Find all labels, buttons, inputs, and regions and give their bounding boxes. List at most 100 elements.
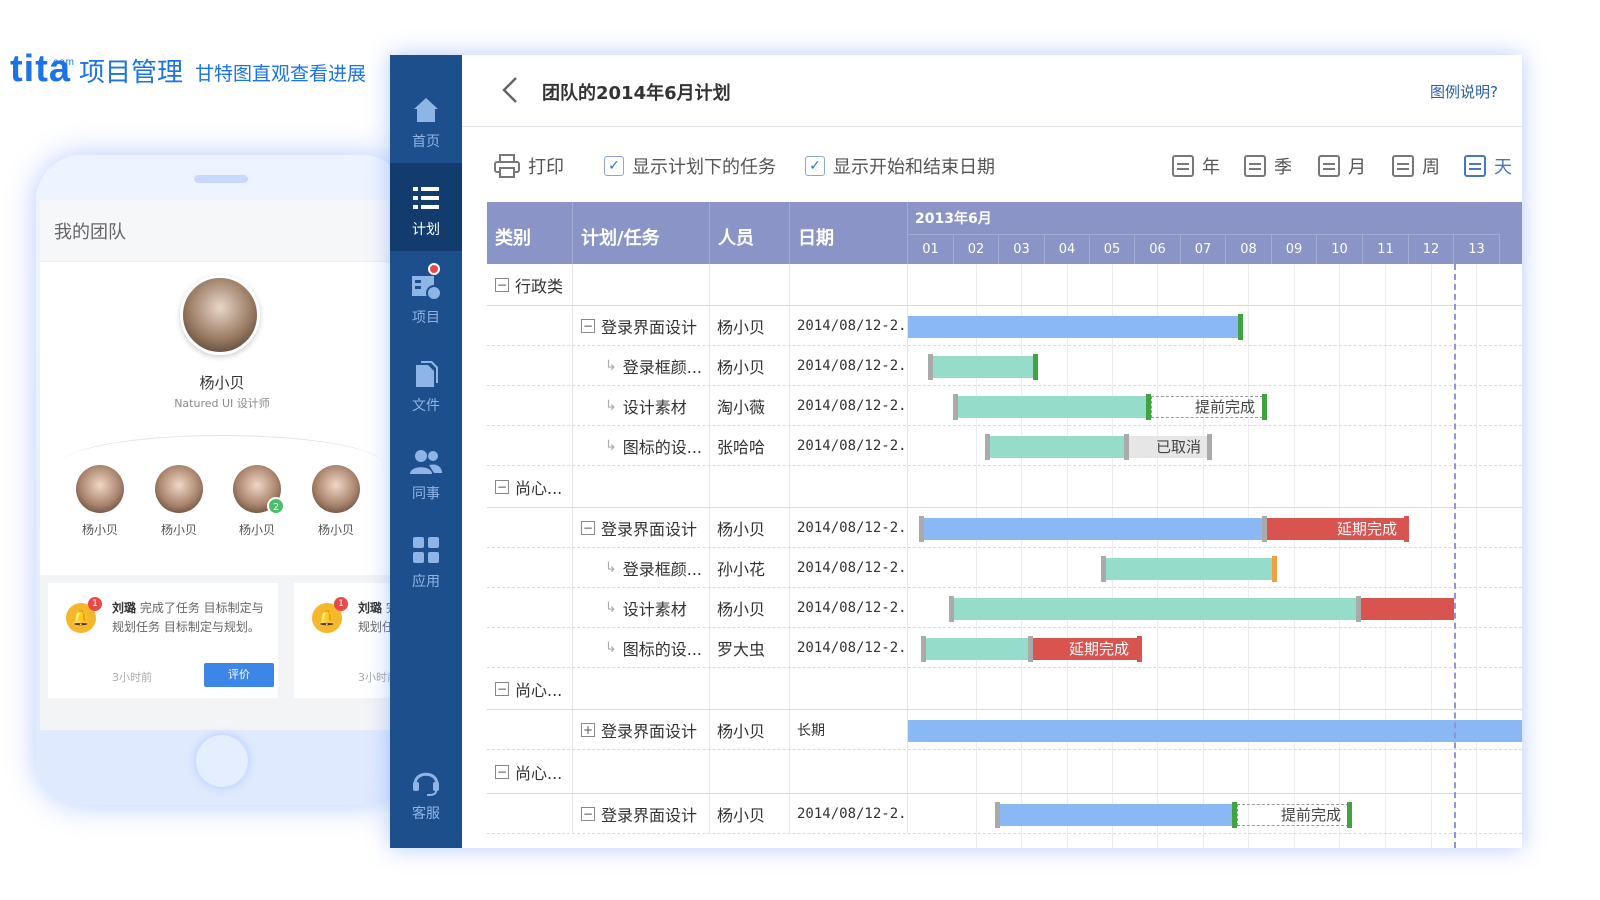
- collapse-toggle[interactable]: −: [495, 479, 509, 494]
- sidebar-item-files[interactable]: 文件: [390, 339, 462, 427]
- bar-segment: [926, 638, 1028, 660]
- view-label: 年: [1202, 157, 1220, 178]
- print-button[interactable]: 打印: [494, 153, 564, 179]
- collapse-toggle[interactable]: −: [495, 764, 509, 779]
- category-label: 尚心...: [515, 478, 563, 498]
- home-button[interactable]: [196, 735, 248, 787]
- show-dates-label: 显示开始和结束日期: [833, 157, 995, 178]
- sidebar-item-project[interactable]: 项目: [390, 251, 462, 339]
- day-header: 11: [1363, 234, 1409, 264]
- task-cell: [573, 264, 710, 305]
- bar-segment: [908, 720, 1522, 742]
- collapse-toggle[interactable]: −: [495, 681, 509, 696]
- phone-mockup: 我的团队 杨小贝 Natured UI 设计师 杨小贝 杨小贝 2 杨小贝 杨小…: [36, 155, 408, 805]
- day-header: 09: [1272, 234, 1317, 264]
- bar-segment: [933, 356, 1033, 378]
- gantt-bar[interactable]: 延期完成: [487, 516, 1522, 542]
- file-icon: [390, 357, 462, 391]
- calendar-icon: [1392, 155, 1414, 177]
- sidebar-item-colleagues[interactable]: 同事: [390, 427, 462, 515]
- view-week-button[interactable]: 周: [1392, 153, 1440, 179]
- sidebar-item-label: 首页: [412, 134, 440, 150]
- bar-segment: [990, 436, 1124, 458]
- brand-title: 项目管理: [79, 58, 184, 88]
- avatar: [155, 465, 203, 513]
- collapse-toggle[interactable]: −: [495, 277, 509, 292]
- activity-card: 🔔 1 刘璐 完成了任务 目标制定与规划任务 目标制定与规划。 3小时前 评价: [48, 583, 278, 698]
- bar-status-label: 延期完成: [1336, 520, 1397, 538]
- back-button[interactable]: [496, 75, 526, 105]
- gantt-header: 类别 计划/任务 人员 日期 2013年6月 01 02 03 04 05 06 07 08 0…: [487, 202, 1522, 264]
- actor-name: 刘璐: [358, 601, 383, 615]
- chevron-left-icon: [502, 77, 517, 103]
- brand-header: tita com 项目管理 甘特图直观查看进展: [10, 38, 366, 88]
- team-member[interactable]: 杨小贝: [144, 465, 214, 538]
- category-cell: − 行政类: [487, 264, 573, 305]
- member-name: 杨小贝: [317, 523, 354, 537]
- day-header: 03: [999, 234, 1045, 264]
- task-cell: [573, 466, 710, 507]
- gantt-bar[interactable]: [487, 354, 1522, 380]
- view-quarter-button[interactable]: 季: [1244, 153, 1292, 179]
- group-row[interactable]: − 尚心...: [487, 466, 1522, 508]
- group-row[interactable]: − 行政类: [487, 264, 1522, 306]
- main-user-role: Natured UI 设计师: [174, 397, 270, 410]
- bar-segment: [924, 518, 1262, 540]
- gantt-bar[interactable]: 已取消: [487, 434, 1522, 460]
- activity-time: 3小时前: [112, 671, 152, 684]
- sidebar: 首页 计划 项目 文件 同事 应用 客服: [390, 55, 462, 848]
- review-button[interactable]: 评价: [204, 663, 274, 687]
- team-member[interactable]: 杨小贝: [301, 465, 371, 538]
- phone-title: 我的团队: [40, 200, 404, 262]
- date-cell: [790, 466, 908, 507]
- calendar-icon: [1244, 155, 1266, 177]
- legend-help-link[interactable]: 图例说明?: [1430, 81, 1498, 102]
- view-label: 季: [1274, 157, 1292, 178]
- sidebar-item-label: 客服: [412, 806, 440, 822]
- category-cell: − 尚心...: [487, 466, 573, 507]
- checkbox-checked-icon: ✓: [805, 156, 825, 176]
- view-month-button[interactable]: 月: [1318, 153, 1366, 179]
- day-header: 13: [1454, 234, 1500, 264]
- view-day-button[interactable]: 天: [1464, 153, 1512, 179]
- sidebar-item-apps[interactable]: 应用: [390, 515, 462, 603]
- gantt-bar[interactable]: 提前完成: [487, 394, 1522, 420]
- avatar: [312, 465, 360, 513]
- view-year-button[interactable]: 年: [1172, 153, 1220, 179]
- category-label: 尚心...: [515, 680, 563, 700]
- calendar-icon: [1464, 155, 1486, 177]
- main-user-name: 杨小贝: [199, 374, 245, 392]
- page-title: 团队的2014年6月计划: [542, 83, 731, 104]
- avatar: 2: [233, 465, 285, 515]
- gantt-bar[interactable]: [487, 556, 1522, 582]
- column-header-person: 人员: [710, 202, 790, 264]
- sidebar-item-support[interactable]: 客服: [390, 747, 462, 835]
- show-tasks-label: 显示计划下的任务: [632, 157, 776, 178]
- project-icon: [390, 269, 462, 303]
- bar-marker: [1262, 394, 1267, 420]
- toolbar: 打印 ✓ 显示计划下的任务 ✓ 显示开始和结束日期 年 季 月 周 天: [462, 127, 1522, 202]
- gantt-bar[interactable]: 提前完成: [487, 802, 1522, 828]
- team-member[interactable]: 杨小贝: [65, 465, 135, 538]
- member-name: 杨小贝: [81, 523, 118, 537]
- day-header: 02: [954, 234, 999, 264]
- group-row[interactable]: − 尚心...: [487, 750, 1522, 794]
- show-tasks-checkbox[interactable]: ✓ 显示计划下的任务: [604, 153, 776, 179]
- home-icon: [390, 93, 462, 127]
- sidebar-item-home[interactable]: 首页: [390, 75, 462, 163]
- sidebar-item-label: 文件: [412, 398, 440, 414]
- gantt-bar[interactable]: [487, 314, 1522, 340]
- show-dates-checkbox[interactable]: ✓ 显示开始和结束日期: [805, 153, 995, 179]
- app-window: 首页 计划 项目 文件 同事 应用 客服 团队的2014年6月计划 图例说明? …: [390, 55, 1522, 848]
- team-member[interactable]: 2 杨小贝: [222, 465, 292, 538]
- checkbox-checked-icon: ✓: [604, 156, 624, 176]
- category-cell: − 尚心...: [487, 668, 573, 709]
- group-row[interactable]: − 尚心...: [487, 668, 1522, 710]
- sidebar-item-plan[interactable]: 计划: [390, 163, 462, 251]
- category-label: 尚心...: [515, 763, 563, 783]
- gantt-bar[interactable]: 延期完成: [487, 636, 1522, 662]
- main-avatar[interactable]: [180, 275, 260, 355]
- gantt-bar[interactable]: [487, 720, 1522, 742]
- day-header: 05: [1090, 234, 1135, 264]
- gantt-bar[interactable]: [487, 596, 1522, 622]
